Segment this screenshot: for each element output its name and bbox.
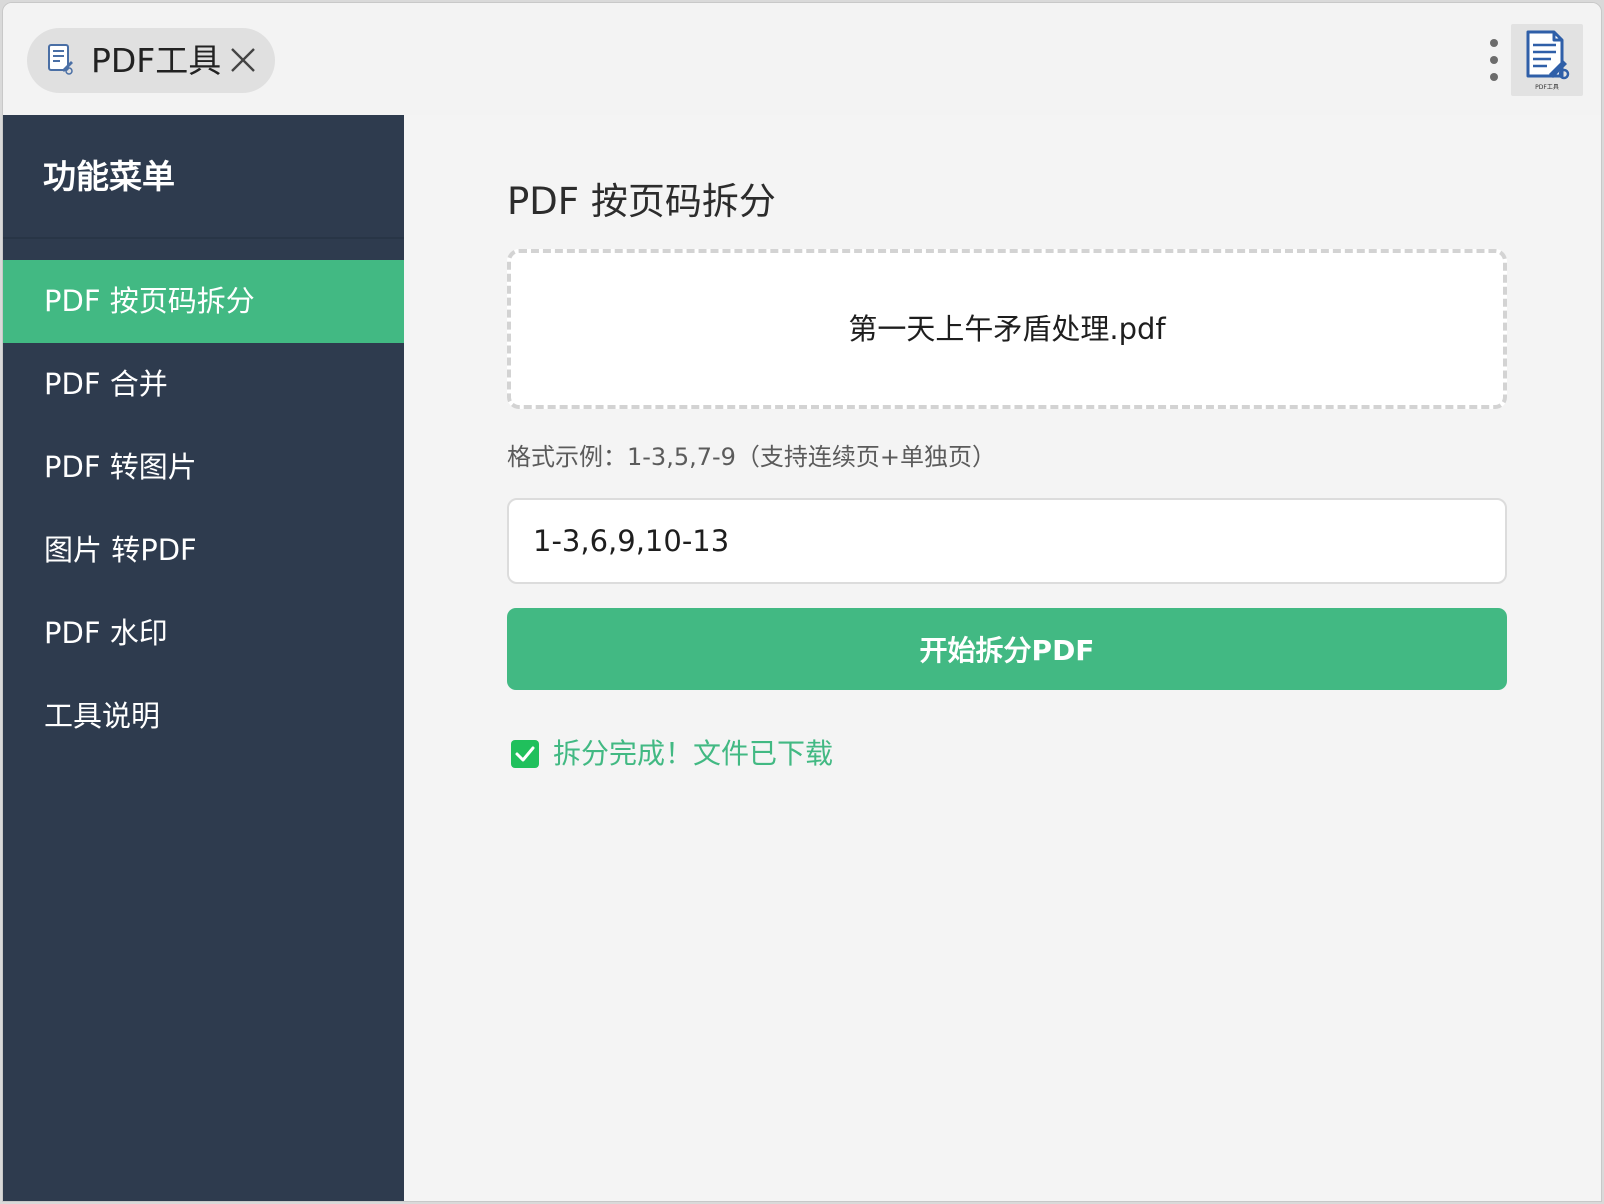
page-title: PDF 按页码拆分: [507, 180, 776, 223]
sidebar: 功能菜单 PDF 按页码拆分 PDF 合并 PDF 转图片 图片 转PDF PD…: [3, 115, 404, 1201]
sidebar-item-label: 工具说明: [44, 699, 161, 733]
app-tab[interactable]: PDF工具: [27, 28, 275, 93]
sidebar-item-label: PDF 转图片: [44, 450, 197, 484]
page-range-input[interactable]: [507, 498, 1507, 584]
extension-icon-caption: PDF工具: [1535, 84, 1559, 91]
sidebar-item-label: PDF 合并: [44, 367, 168, 401]
status-text: 拆分完成！文件已下载: [553, 737, 834, 770]
sidebar-item-split[interactable]: PDF 按页码拆分: [3, 260, 404, 343]
sidebar-item-image-to-pdf[interactable]: 图片 转PDF: [3, 509, 404, 592]
sidebar-item-merge[interactable]: PDF 合并: [3, 343, 404, 426]
document-edit-icon: [48, 44, 73, 75]
sidebar-item-watermark[interactable]: PDF 水印: [3, 592, 404, 675]
pdf-tool-extension-icon[interactable]: PDF工具: [1511, 24, 1583, 96]
tab-title: PDF工具: [91, 41, 222, 80]
format-hint: 格式示例：1-3,5,7-9（支持连续页+单独页）: [507, 443, 997, 471]
sidebar-item-label: 图片 转PDF: [44, 533, 197, 567]
function-menu: PDF 按页码拆分 PDF 合并 PDF 转图片 图片 转PDF PDF 水印 …: [3, 260, 404, 758]
checkbox-checked-icon: [511, 740, 539, 768]
title-bar: PDF工具 PDF工具: [3, 3, 1601, 115]
start-split-button[interactable]: 开始拆分PDF: [507, 608, 1507, 690]
more-vertical-icon[interactable]: [1483, 37, 1507, 83]
sidebar-item-label: PDF 水印: [44, 616, 168, 650]
sidebar-item-pdf-to-image[interactable]: PDF 转图片: [3, 426, 404, 509]
main-panel: PDF 按页码拆分 第一天上午矛盾处理.pdf 格式示例：1-3,5,7-9（支…: [404, 115, 1601, 1201]
sidebar-title: 功能菜单: [43, 157, 175, 196]
close-icon[interactable]: [229, 46, 257, 74]
sidebar-divider: [3, 237, 404, 239]
app-window: PDF工具 PDF工具 功能菜单 PDF 按页码拆分 PDF 合并 PDF 转图…: [2, 2, 1602, 1202]
file-dropzone[interactable]: 第一天上午矛盾处理.pdf: [507, 249, 1507, 409]
sidebar-item-instructions[interactable]: 工具说明: [3, 675, 404, 758]
selected-file-name: 第一天上午矛盾处理.pdf: [848, 312, 1166, 346]
sidebar-item-label: PDF 按页码拆分: [44, 284, 255, 318]
pdf-tool-document-icon: PDF工具: [1526, 30, 1570, 91]
